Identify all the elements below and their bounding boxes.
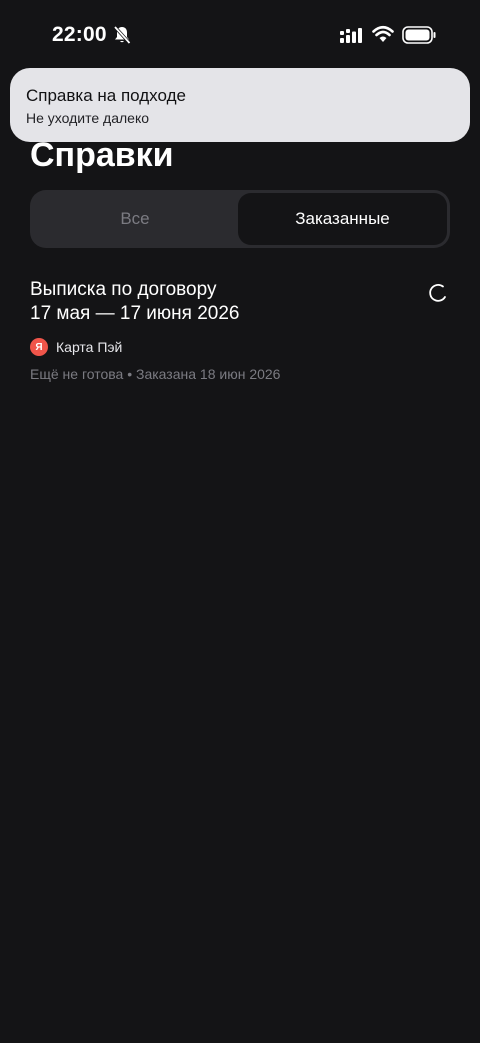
source-name: Карта Пэй: [56, 339, 123, 355]
wifi-icon: [372, 25, 394, 42]
item-status: Ещё не готова • Заказана 18 июн 2026: [30, 366, 281, 382]
spinner-icon: [429, 283, 446, 302]
item-title-line2: 17 мая — 17 июня 2026: [30, 303, 240, 324]
toast-title: Справка на подходе: [26, 86, 186, 105]
yandex-logo-icon: Я: [30, 338, 48, 356]
item-source: Я Карта Пэй: [30, 338, 122, 356]
status-bar: 22:00: [0, 0, 480, 70]
toast-notification[interactable]: Справка на подходе Не уходите далеко: [10, 68, 470, 142]
tab-ordered[interactable]: Заказанные: [238, 193, 447, 245]
item-title-line1: Выписка по договору: [30, 279, 217, 300]
status-time: 22:00: [52, 23, 107, 46]
list-item[interactable]: Выписка по договору 17 мая — 17 июня 202…: [30, 278, 450, 388]
tab-all[interactable]: Все: [33, 193, 237, 245]
bell-muted-icon: [113, 25, 131, 45]
screen: 22:00 Справка на подходе Не уходите дале…: [0, 0, 480, 1043]
cellular-signal-icon: [340, 28, 362, 43]
segmented-control: Все Заказанные: [30, 190, 450, 248]
battery-icon: [402, 26, 436, 44]
toast-subtitle: Не уходите далеко: [26, 110, 150, 126]
item-title: Выписка по договору 17 мая — 17 июня 202…: [30, 278, 410, 326]
